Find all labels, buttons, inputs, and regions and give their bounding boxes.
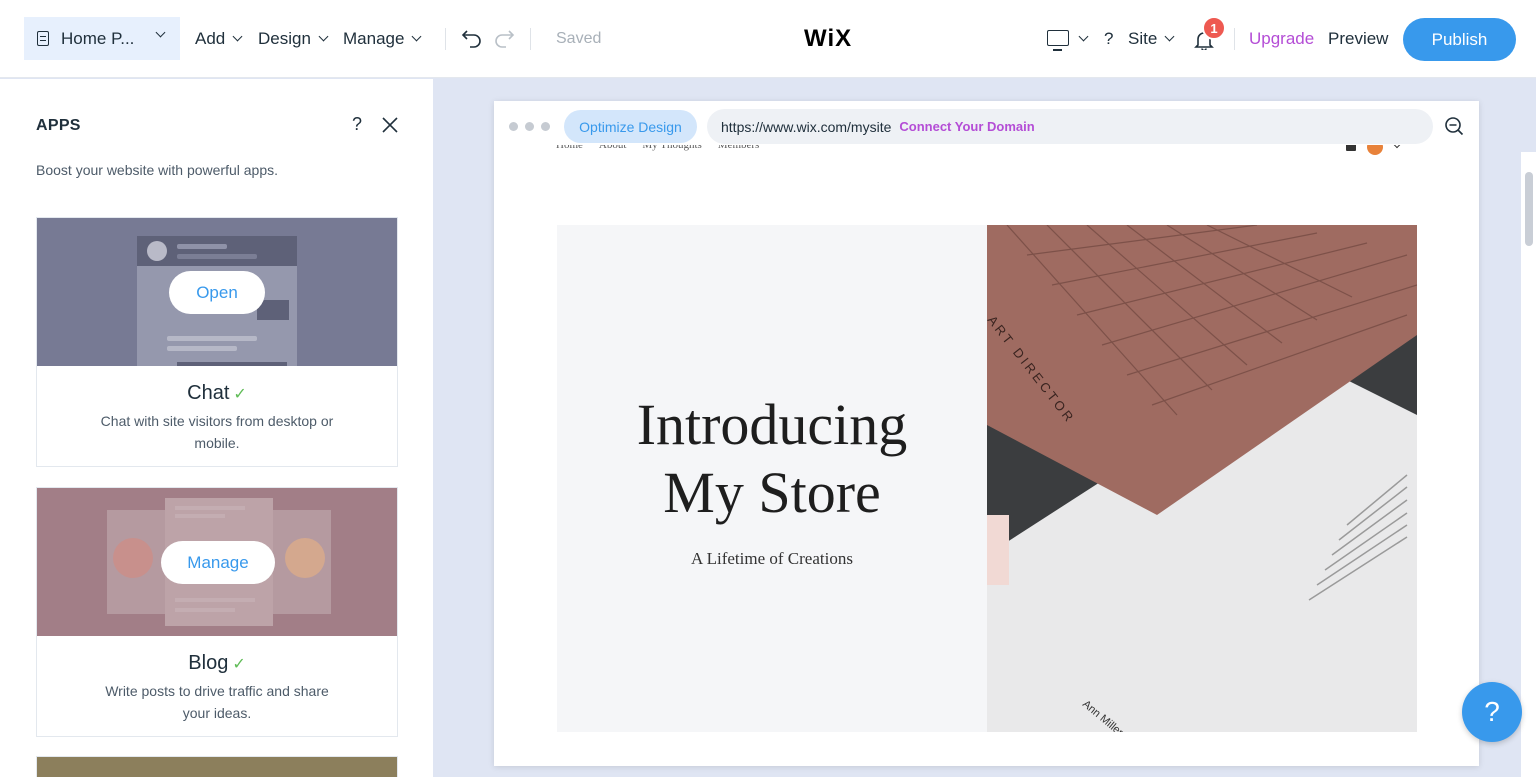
- help-button[interactable]: ?: [1104, 0, 1113, 78]
- panel-help-button[interactable]: ?: [352, 114, 362, 135]
- manage-menu-label: Manage: [343, 29, 405, 48]
- redo-icon[interactable]: [493, 27, 515, 49]
- chat-thumbnail: Open: [37, 218, 397, 366]
- browser-bar: Optimize Design https://www.wix.com/mysi…: [494, 101, 1479, 151]
- close-icon[interactable]: [380, 115, 400, 135]
- page-selector[interactable]: Home P...: [24, 17, 180, 60]
- manage-menu[interactable]: Manage: [343, 0, 422, 78]
- open-button[interactable]: Open: [169, 271, 265, 314]
- site-nav: Home About My Thoughts Members: [556, 145, 759, 159]
- divider: [530, 28, 531, 50]
- app-card-chat[interactable]: Open Chat ✓ Chat with site visitors from …: [36, 217, 398, 467]
- site-nav-my-thoughts[interactable]: My Thoughts: [642, 145, 701, 159]
- site-nav-home[interactable]: Home: [556, 145, 583, 159]
- notification-badge: 1: [1202, 16, 1226, 40]
- chevron-down-icon: [411, 31, 422, 42]
- undo-icon[interactable]: [461, 27, 483, 49]
- hero-title-line-1: Introducing: [636, 392, 908, 457]
- connect-domain-link[interactable]: Connect Your Domain: [899, 119, 1034, 134]
- hero-text-section[interactable]: Introducing My Store A Lifetime of Creat…: [557, 225, 987, 732]
- manage-button[interactable]: Manage: [161, 541, 275, 584]
- zoom-out-icon[interactable]: [1444, 116, 1464, 136]
- site-url: https://www.wix.com/mysite: [721, 118, 892, 135]
- bell-icon[interactable]: [1346, 145, 1356, 151]
- check-icon: ✓: [232, 656, 246, 673]
- preview-button[interactable]: Preview: [1328, 0, 1388, 78]
- scrollbar-thumb[interactable]: [1525, 172, 1533, 246]
- avatar[interactable]: [1367, 145, 1383, 155]
- design-menu-label: Design: [258, 29, 311, 48]
- chevron-down-icon: [318, 31, 329, 42]
- divider: [1234, 28, 1235, 50]
- publish-button[interactable]: Publish: [1403, 18, 1516, 61]
- help-fab-button[interactable]: ?: [1462, 682, 1522, 742]
- window-dot: [525, 122, 534, 131]
- window-dot: [509, 122, 518, 131]
- chevron-down-icon: [155, 27, 166, 38]
- check-icon: ✓: [233, 386, 247, 403]
- site-nav-about[interactable]: About: [599, 145, 627, 159]
- chevron-down-icon: [232, 31, 243, 42]
- app-card-partial[interactable]: [36, 756, 398, 777]
- app-name-label: Chat: [187, 382, 230, 404]
- hero-title: Introducing My Store: [557, 391, 987, 527]
- app-name: Blog ✓: [37, 652, 397, 675]
- view-switcher[interactable]: [1071, 0, 1089, 78]
- hero-photo: ART DIRECTOR Ann Miller: [987, 225, 1417, 732]
- site-menu-label: Site: [1128, 29, 1158, 48]
- chevron-down-icon: [1164, 31, 1175, 42]
- hero-image[interactable]: ART DIRECTOR Ann Miller: [987, 225, 1417, 732]
- upgrade-link[interactable]: Upgrade: [1249, 0, 1314, 78]
- blog-thumbnail: Manage: [37, 488, 397, 636]
- app-name-label: Blog: [188, 652, 229, 674]
- editor-topbar: Home P... Add Design Manage Saved WiX ? …: [0, 0, 1536, 78]
- window-dot: [541, 122, 550, 131]
- divider: [445, 28, 446, 50]
- site-nav-icons: [1342, 145, 1402, 159]
- app-description: Write posts to drive traffic and share y…: [105, 683, 329, 721]
- add-menu-label: Add: [195, 29, 226, 48]
- saved-status: Saved: [556, 30, 602, 47]
- app-card-blog[interactable]: Manage Blog ✓ Write posts to drive traffi…: [36, 487, 398, 737]
- wix-logo: WiX: [804, 25, 853, 52]
- desktop-view-icon[interactable]: [1047, 30, 1069, 51]
- panel-title: APPS: [36, 117, 81, 134]
- url-bar: https://www.wix.com/mysite Connect Your …: [707, 109, 1433, 144]
- site-canvas: Optimize Design https://www.wix.com/mysi…: [494, 101, 1479, 766]
- page-icon: [37, 31, 49, 46]
- site-menu[interactable]: Site: [1128, 0, 1175, 78]
- hero-title-line-2: My Store: [663, 460, 881, 525]
- chevron-down-icon[interactable]: [1392, 145, 1402, 149]
- design-menu[interactable]: Design: [258, 0, 329, 78]
- chevron-down-icon: [1078, 31, 1089, 42]
- panel-subtitle: Boost your website with powerful apps.: [36, 162, 279, 178]
- site-nav-members[interactable]: Members: [718, 145, 760, 159]
- add-menu[interactable]: Add: [195, 0, 243, 78]
- optimize-design-button[interactable]: Optimize Design: [564, 110, 697, 143]
- page-selector-label: Home P...: [61, 28, 135, 48]
- avatar: [147, 241, 167, 261]
- app-description: Chat with site visitors from desktop or …: [100, 413, 334, 451]
- apps-panel: APPS ? Boost your website with powerful …: [0, 79, 433, 777]
- app-name: Chat ✓: [37, 382, 397, 405]
- hero-subtitle: A Lifetime of Creations: [691, 549, 853, 568]
